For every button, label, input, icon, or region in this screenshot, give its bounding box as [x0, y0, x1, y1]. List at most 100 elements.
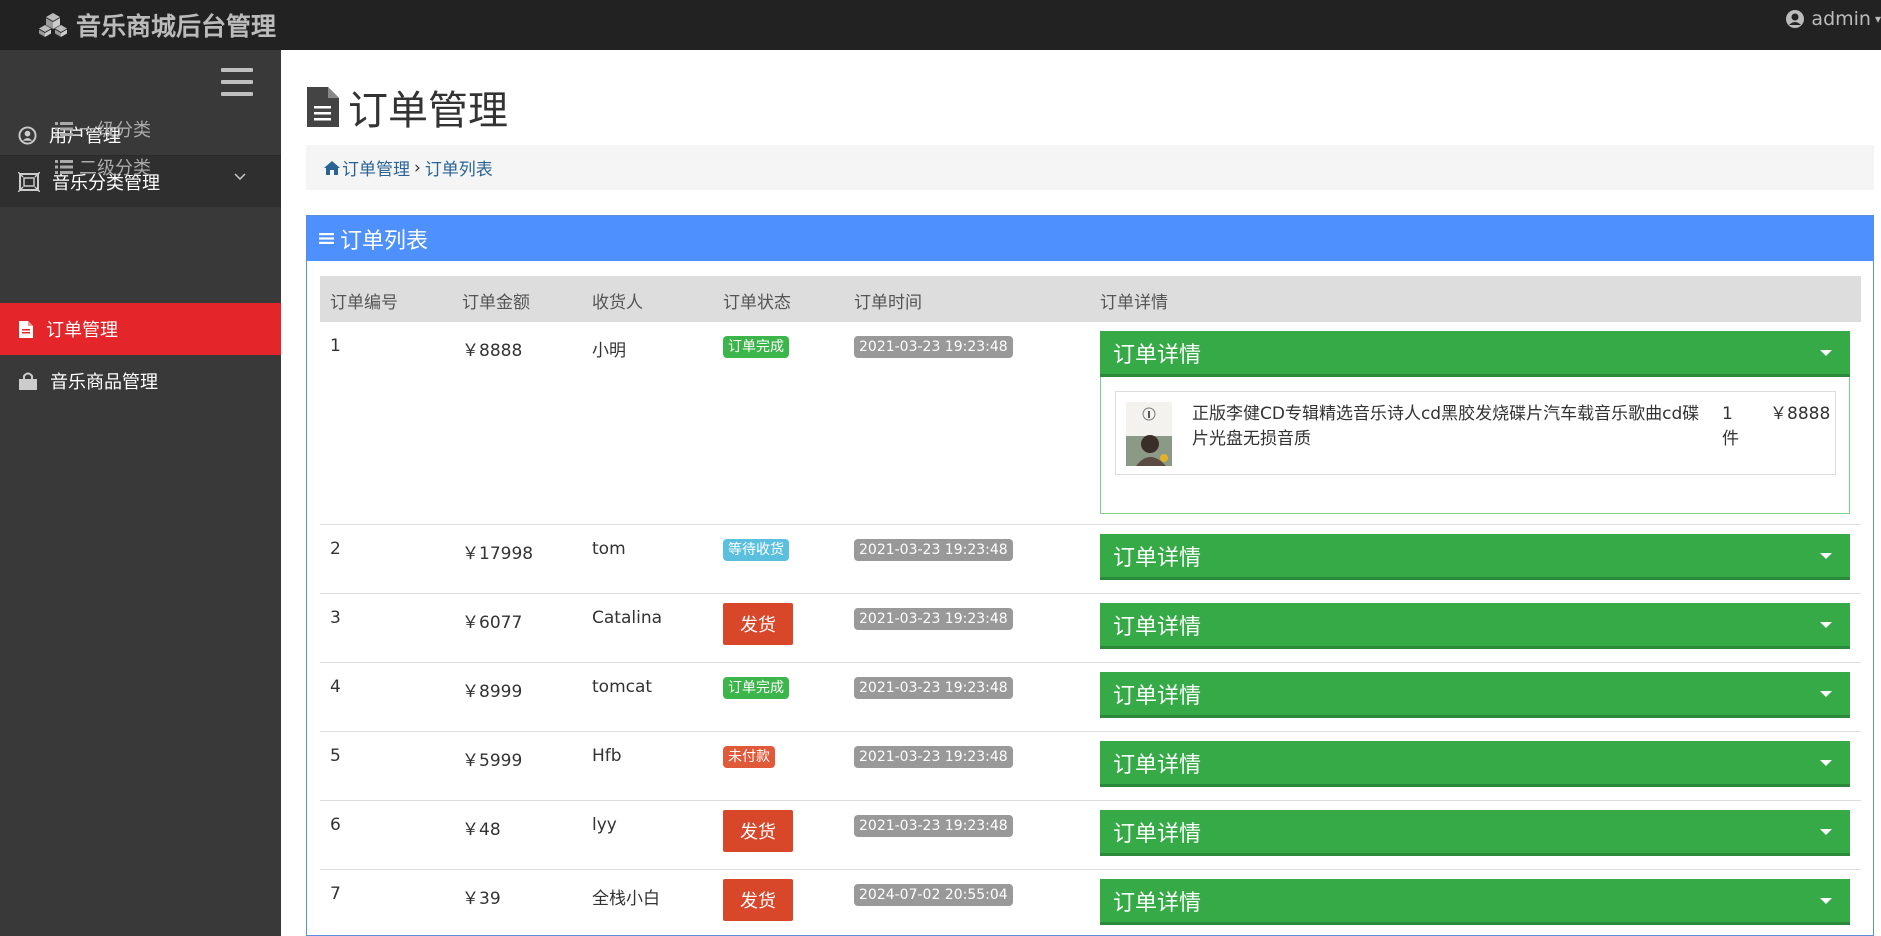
order-amount: ￥48 — [462, 820, 501, 840]
order-receiver: Catalina — [592, 608, 663, 628]
status-badge: 订单完成 — [723, 677, 789, 699]
table-row: 1 ￥8888 小明 订单完成 2021-03-23 19:23:48 订单详情 — [320, 322, 1861, 525]
file-icon — [19, 320, 33, 338]
breadcrumb: 订单管理 › 订单列表 — [306, 145, 1874, 190]
order-time: 2021-03-23 19:23:48 — [854, 608, 1013, 630]
order-receiver: tom — [592, 539, 626, 559]
file-icon — [307, 87, 339, 127]
home-icon — [324, 160, 340, 175]
caret-down-icon — [1820, 760, 1832, 766]
sidebar-item-label: 订单管理 — [46, 320, 118, 341]
detail-label: 订单详情 — [1113, 545, 1202, 571]
table-header: 订单编号 订单金额 收货人 订单状态 订单时间 订单详情 — [320, 276, 1861, 322]
order-receiver: 全栈小白 — [592, 889, 660, 909]
order-time: 2021-03-23 19:23:48 — [854, 336, 1013, 358]
page-title: 订单管理 — [306, 78, 508, 136]
category-icon — [18, 171, 40, 192]
user-menu[interactable]: admin ▾ — [1785, 8, 1881, 30]
sidebar-subitem-level1[interactable]: 一级分类 — [55, 116, 151, 142]
order-receiver: 小明 — [592, 341, 626, 361]
user-circle-icon — [1786, 10, 1805, 28]
caret-down-icon — [1820, 622, 1832, 628]
panel-heading: 订单列表 — [307, 216, 1873, 261]
order-id: 5 — [330, 746, 341, 766]
caret-down-icon — [1820, 350, 1832, 356]
ship-button[interactable]: 发货 — [723, 603, 793, 645]
order-id: 3 — [330, 608, 341, 628]
table-row: 6 ￥48 lyy 发货 2021-03-23 19:23:48 订单详情 — [320, 801, 1861, 870]
order-detail-toggle[interactable]: 订单详情 — [1100, 810, 1850, 856]
table-row: 4 ￥8999 tomcat 订单完成 2021-03-23 19:23:48 … — [320, 663, 1861, 732]
order-detail-toggle[interactable]: 订单详情 — [1100, 879, 1850, 925]
app-title: 音乐商城后台管理 — [76, 12, 277, 41]
order-receiver: tomcat — [592, 677, 653, 697]
table-row: 5 ￥5999 Hfb 未付款 2021-03-23 19:23:48 订单详情 — [320, 732, 1861, 801]
order-amount: ￥39 — [462, 889, 501, 909]
order-list-panel: 订单列表 订单编号 订单金额 收货人 订单状态 订单时间 订单详情 1 ￥888… — [306, 215, 1874, 936]
order-amount: ￥5999 — [462, 751, 523, 771]
product-price: ￥8888 — [1770, 404, 1831, 424]
detail-label: 订单详情 — [1113, 821, 1202, 847]
order-detail-toggle[interactable]: 订单详情 — [1100, 672, 1850, 718]
brand[interactable]: 音乐商城后台管理 — [38, 8, 276, 42]
order-amount: ￥8999 — [462, 682, 523, 702]
sidebar-item-label: 音乐商品管理 — [50, 372, 158, 393]
product-quantity: 1件 — [1722, 404, 1739, 449]
cubes-logo-icon — [39, 13, 67, 37]
order-detail-toggle[interactable]: 订单详情 — [1100, 331, 1850, 377]
chevron-down-icon — [234, 173, 246, 181]
panel-title: 订单列表 — [340, 228, 429, 254]
sidebar-subitem-level2[interactable]: 二级分类 — [55, 154, 151, 180]
caret-down-icon — [1820, 829, 1832, 835]
order-receiver: Hfb — [592, 746, 622, 766]
sidebar-subitem-label: 一级分类 — [79, 120, 151, 141]
order-detail-toggle[interactable]: 订单详情 — [1100, 741, 1850, 787]
detail-label: 订单详情 — [1113, 752, 1202, 778]
product-name: 正版李健CD专辑精选音乐诗人cd黑胶发烧碟片汽车载音乐歌曲cd碟片光盘无损音质 — [1192, 404, 1700, 449]
order-amount: ￥8888 — [462, 341, 523, 361]
sidebar-item-orders[interactable]: 订单管理 — [0, 303, 281, 355]
ship-button[interactable]: 发货 — [723, 879, 793, 921]
user-circle-icon — [18, 125, 37, 145]
menu-toggle-icon[interactable] — [221, 68, 253, 96]
order-id: 7 — [330, 884, 341, 904]
header-amount: 订单金额 — [462, 293, 530, 313]
caret-down-icon — [1820, 691, 1832, 697]
order-amount: ￥6077 — [462, 613, 523, 633]
order-receiver: lyy — [592, 815, 617, 835]
detail-label: 订单详情 — [1113, 683, 1202, 709]
list-icon — [55, 160, 73, 174]
header-status: 订单状态 — [723, 293, 791, 313]
ship-button[interactable]: 发货 — [723, 810, 793, 852]
order-detail-toggle[interactable]: 订单详情 — [1100, 534, 1850, 580]
username: admin — [1811, 8, 1871, 30]
top-navbar: 音乐商城后台管理 admin ▾ — [0, 0, 1881, 50]
breadcrumb-home-link[interactable]: 订单管理 — [342, 155, 410, 180]
list-icon — [55, 122, 73, 136]
detail-label: 订单详情 — [1113, 890, 1202, 916]
header-time: 订单时间 — [854, 293, 922, 313]
album-cover-icon — [1126, 402, 1172, 466]
order-detail-toggle[interactable]: 订单详情 — [1100, 603, 1850, 649]
caret-down-icon — [1820, 553, 1832, 559]
order-time: 2021-03-23 19:23:48 — [854, 746, 1013, 768]
header-detail: 订单详情 — [1100, 293, 1168, 313]
order-time: 2024-07-02 20:55:04 — [854, 884, 1013, 906]
order-time: 2021-03-23 19:23:48 — [854, 539, 1013, 561]
product-item: 正版李健CD专辑精选音乐诗人cd黑胶发烧碟片汽车载音乐歌曲cd碟片光盘无损音质 … — [1115, 391, 1836, 475]
shopping-bag-icon — [19, 372, 37, 390]
sidebar-item-music-goods[interactable]: 音乐商品管理 — [0, 355, 281, 407]
order-time: 2021-03-23 19:23:48 — [854, 815, 1013, 837]
header-receiver: 收货人 — [592, 293, 643, 313]
sidebar: 用户管理 音乐分类管理 一级分类 二级分类 订单管理 音乐商品管理 — [0, 50, 281, 936]
breadcrumb-current[interactable]: 订单列表 — [425, 155, 493, 180]
order-amount: ￥17998 — [462, 544, 534, 564]
product-thumbnail[interactable] — [1126, 402, 1172, 466]
status-badge: 订单完成 — [723, 336, 789, 358]
order-time: 2021-03-23 19:23:48 — [854, 677, 1013, 699]
table-row: 3 ￥6077 Catalina 发货 2021-03-23 19:23:48 … — [320, 594, 1861, 663]
detail-label: 订单详情 — [1113, 342, 1202, 368]
header-order-id: 订单编号 — [330, 293, 398, 313]
caret-down-icon: ▾ — [1874, 12, 1881, 26]
detail-label: 订单详情 — [1113, 614, 1202, 640]
